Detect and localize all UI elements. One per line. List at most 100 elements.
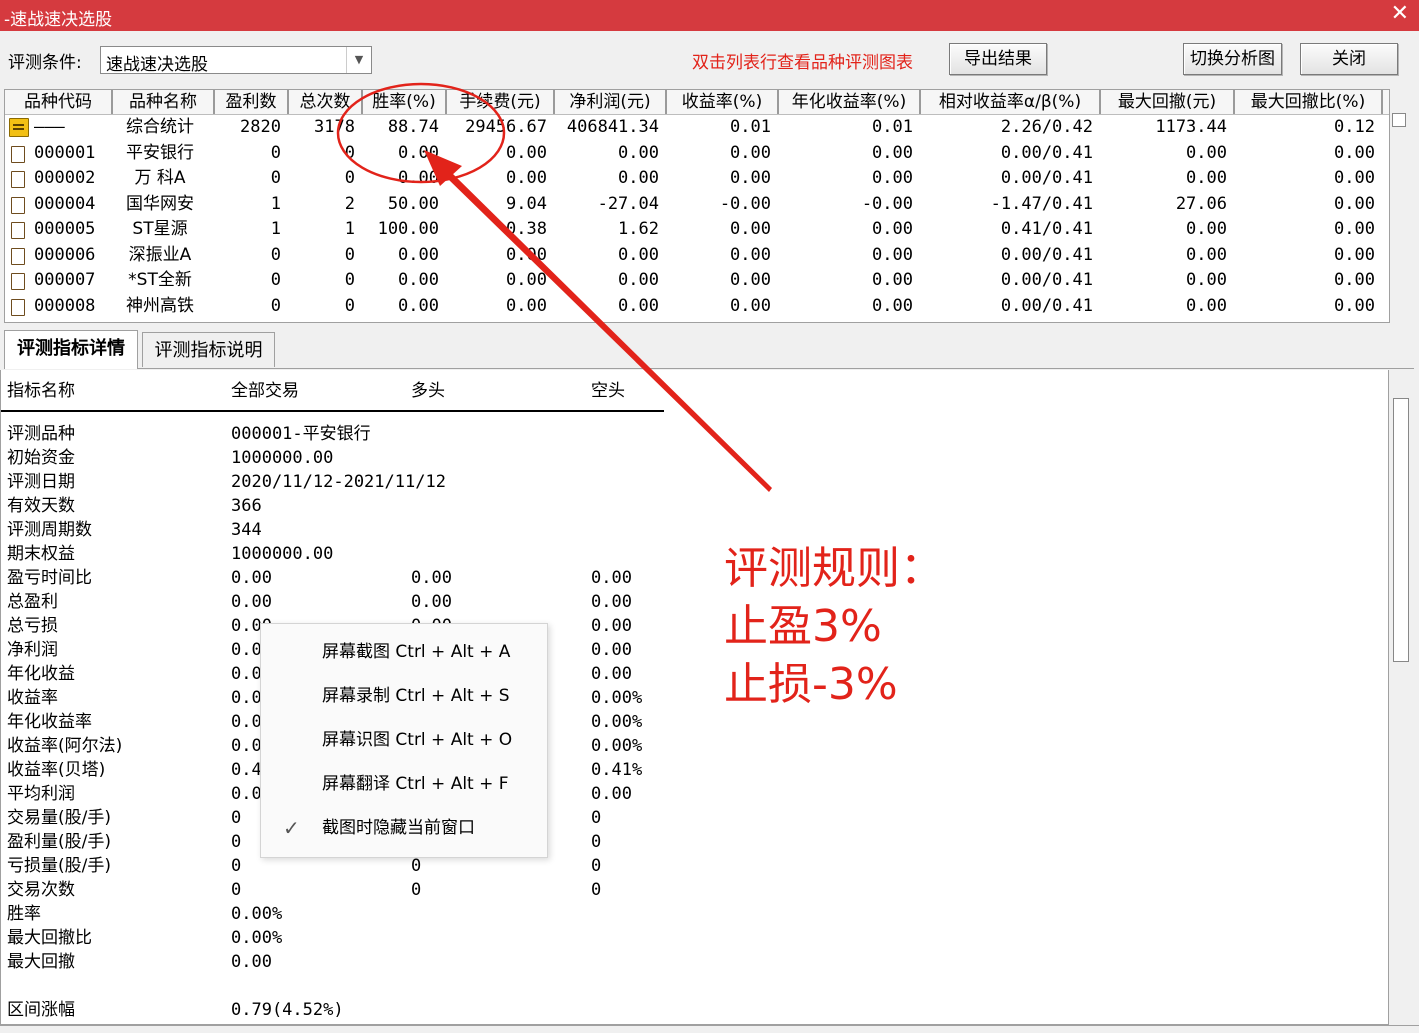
- table-cell-fee: 0.00: [506, 244, 547, 265]
- detail-row: 期末权益 1000000.00: [1, 542, 701, 566]
- column-header[interactable]: 净利润(元): [555, 90, 667, 114]
- table-cell-rate: 50.00: [387, 193, 439, 214]
- detail-cell-name: 期末权益: [7, 544, 75, 564]
- detail-cell-all: 0: [231, 808, 242, 828]
- detail-cell-name: 总亏损: [7, 616, 58, 636]
- detail-header: 指标名称 全部交易 多头 空头: [1, 370, 664, 412]
- column-header[interactable]: 手续费(元): [447, 90, 555, 114]
- export-button[interactable]: 导出结果: [949, 43, 1047, 75]
- detail-cell-name: 评测品种: [7, 424, 75, 444]
- column-header[interactable]: 盈利数: [215, 90, 289, 114]
- rule-annotation: 评测规则： 止盈3% 止损-3%: [724, 540, 944, 714]
- table-cell-mdd: 0.00: [1186, 168, 1227, 188]
- table-cell-win: 0: [270, 168, 281, 188]
- detail-header-short: 空头: [591, 381, 625, 401]
- table-cell-annual: 0.00: [872, 168, 913, 188]
- detail-cell-short: 0.00%: [591, 736, 643, 756]
- context-menu-item[interactable]: 屏幕录制 Ctrl + Alt + S: [261, 676, 547, 716]
- detail-cell-name: 平均利润: [7, 784, 75, 804]
- column-header[interactable]: 品种名称: [113, 90, 215, 114]
- table-scrollbar-button[interactable]: [1392, 113, 1406, 127]
- condition-value: 速战速决选股: [106, 55, 208, 75]
- table-cell-rel: 0.00/0.41: [1000, 295, 1093, 316]
- table-cell-mddr: 0.00: [1334, 270, 1375, 290]
- detail-cell-name: 亏损量(股/手): [7, 856, 111, 876]
- column-header[interactable]: 胜率(%): [363, 90, 447, 114]
- column-header[interactable]: 最大回撤(元): [1101, 90, 1235, 114]
- table-cell-mddr: 0.00: [1334, 244, 1375, 265]
- switch-chart-button[interactable]: 切换分析图: [1183, 43, 1282, 75]
- results-table[interactable]: 品种代码 品种名称 盈利数 总次数 胜率(%) 手续费(元) 净利润(元) 收益率(%) 年化收…: [4, 89, 1390, 323]
- detail-cell-all: 0.00: [231, 592, 272, 612]
- summary-row[interactable]: ——— 综合统计 2820 3178 88.74 29456.67 406841.34 0.0…: [5, 115, 1389, 140]
- column-header[interactable]: 总次数: [289, 90, 363, 114]
- table-row[interactable]: 000002 万 科A 0 0 0.00 0.00 0.00 0.00 0.00 0.00/0.4…: [5, 166, 1389, 191]
- chevron-down-icon[interactable]: ▼: [346, 47, 371, 73]
- rule-annotation-line: 止盈3%: [724, 601, 882, 652]
- column-header[interactable]: 收益率(%): [667, 90, 779, 114]
- close-button[interactable]: 关闭: [1300, 43, 1398, 75]
- table-cell-fee: 0.00: [506, 295, 547, 316]
- table-row[interactable]: 000006 深振业A 0 0 0.00 0.00 0.00 0.00 0.00 0.00/0.4…: [5, 243, 1389, 268]
- table-row[interactable]: 000001 平安银行 0 0 0.00 0.00 0.00 0.00 0.00 0.00/0.4…: [5, 141, 1389, 166]
- table-cell-mddr: 0.00: [1334, 142, 1375, 163]
- column-header[interactable]: 最大回撤比(%): [1235, 90, 1383, 114]
- detail-cell-name: 区间涨幅: [7, 1000, 75, 1020]
- table-cell-mddr: 0.00: [1334, 193, 1375, 214]
- context-menu-item[interactable]: 屏幕翻译 Ctrl + Alt + F: [261, 764, 547, 804]
- column-header[interactable]: 年化收益率(%): [779, 90, 921, 114]
- table-cell-annual: 0.00: [872, 244, 913, 265]
- detail-row: 有效天数 366: [1, 494, 701, 518]
- rule-annotation-line: 止损-3%: [724, 659, 898, 710]
- table-row[interactable]: 000007 *ST全新 0 0 0.00 0.00 0.00 0.00 0.00 0.00/0.…: [5, 268, 1389, 293]
- detail-cell-short: 0: [591, 808, 602, 828]
- hint-text: 双击列表行查看品种评测图表: [692, 53, 913, 73]
- scrollbar-thumb[interactable]: [1393, 398, 1409, 662]
- detail-cell-name: 收益率(贝塔): [7, 760, 106, 780]
- detail-cell-all: 000001-平安银行: [231, 424, 371, 444]
- detail-cell-all: 0.00: [231, 952, 272, 972]
- table-cell-fee: 0.00: [506, 168, 547, 188]
- table-cell-annual: -0.00: [861, 193, 913, 214]
- document-icon: [11, 247, 25, 265]
- table-cell-mdd: 0.00: [1186, 270, 1227, 290]
- table-cell-mdd: 0.00: [1186, 142, 1227, 163]
- table-cell-win: 0: [270, 270, 281, 290]
- table-cell-total: 0: [344, 244, 355, 265]
- context-menu-item[interactable]: 屏幕识图 Ctrl + Alt + O: [261, 720, 547, 760]
- tab-indicator-details[interactable]: 评测指标详情: [4, 330, 138, 369]
- table-cell-mddr: 0.00: [1334, 168, 1375, 188]
- table-cell-net: 0.00: [618, 244, 659, 265]
- condition-select[interactable]: 速战速决选股 ▼: [100, 46, 372, 75]
- table-cell-rel: 0.41/0.41: [1000, 219, 1093, 239]
- table-cell-fee: 29456.67: [465, 117, 547, 137]
- tab-indicator-description[interactable]: 评测指标说明: [142, 332, 275, 367]
- detail-cell-short: 0.00: [591, 784, 632, 804]
- table-cell-win: 0: [270, 142, 281, 163]
- column-header[interactable]: 相对收益率α/β(%): [921, 90, 1101, 114]
- document-icon: [11, 196, 25, 214]
- toolbar: 评测条件: 速战速决选股 ▼ 双击列表行查看品种评测图表 导出结果 切换分析图 …: [0, 31, 1419, 89]
- detail-scrollbar[interactable]: [1389, 370, 1417, 1025]
- close-icon[interactable]: ✕: [1391, 2, 1409, 26]
- detail-row: 交易次数 0 0 0: [1, 878, 701, 902]
- context-menu-item[interactable]: 屏幕截图 Ctrl + Alt + A: [261, 632, 547, 672]
- context-menu-item[interactable]: ✓ 截图时隐藏当前窗口: [261, 808, 547, 848]
- table-row[interactable]: 000008 神州高铁 0 0 0.00 0.00 0.00 0.00 0.00 0.00/0.4…: [5, 294, 1389, 319]
- detail-cell-name: 评测日期: [7, 472, 75, 492]
- table-row[interactable]: 000004 国华网安 1 2 50.00 9.04 -27.04 -0.00 -0.00 -1.…: [5, 192, 1389, 217]
- column-header[interactable]: 品种代码: [5, 90, 113, 114]
- detail-row: 初始资金 1000000.00: [1, 446, 701, 470]
- detail-cell-name: 收益率(阿尔法): [7, 736, 123, 756]
- table-cell-ret: 0.00: [730, 244, 771, 265]
- detail-cell-all: 1000000.00: [231, 448, 334, 468]
- table-cell-fee: 0.00: [506, 142, 547, 163]
- table-cell-total: 0: [344, 295, 355, 316]
- detail-cell-all: 0.00%: [231, 904, 283, 924]
- table-row[interactable]: 000005 ST星源 1 1 100.00 0.38 1.62 0.00 0.00 0.41/0…: [5, 217, 1389, 242]
- detail-cell-all: 0.79(4.52%): [231, 1000, 344, 1020]
- detail-cell-name: 交易次数: [7, 880, 75, 900]
- detail-cell-short: 0.41%: [591, 760, 643, 780]
- detail-row: 总盈利 0.00 0.00 0.00: [1, 590, 701, 614]
- table-cell-code: 000004: [34, 193, 96, 214]
